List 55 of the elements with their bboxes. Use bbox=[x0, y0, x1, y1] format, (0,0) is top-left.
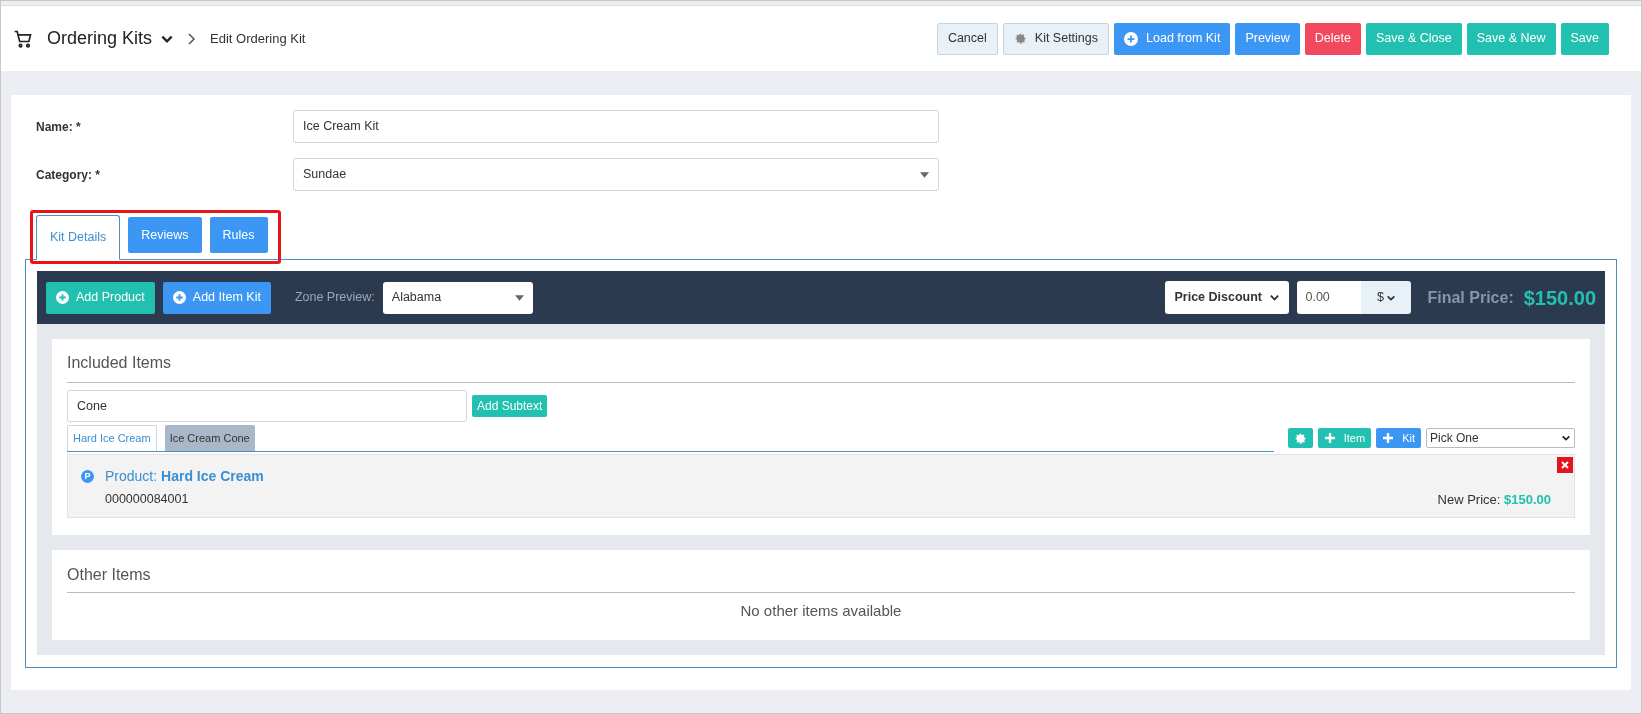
toolbar-button[interactable]: Save & New bbox=[1466, 22, 1556, 55]
chevron-right-icon bbox=[188, 32, 197, 45]
toolbar-button[interactable]: Save bbox=[1560, 22, 1609, 55]
toolbar-button[interactable]: Cancel bbox=[936, 22, 998, 55]
final-price-label: Final Price: bbox=[1427, 287, 1514, 308]
subtext-field[interactable]: Cone bbox=[67, 390, 467, 422]
zone-select[interactable]: Alabama bbox=[382, 281, 533, 314]
caret-icon bbox=[920, 171, 929, 178]
field-label: Category: * bbox=[35, 167, 101, 184]
add-button[interactable]: Add Product bbox=[46, 281, 155, 314]
close-icon bbox=[1561, 461, 1569, 469]
cart-icon bbox=[13, 28, 33, 49]
plus-circle-icon bbox=[56, 291, 69, 304]
discount-select[interactable]: Price Discount bbox=[1165, 281, 1290, 314]
toolbar-button[interactable]: Save & Close bbox=[1366, 22, 1462, 55]
product-code: 000000084001 bbox=[105, 491, 189, 509]
plus-circle-icon bbox=[1124, 31, 1139, 46]
empty-message: No other items available bbox=[739, 601, 903, 621]
add-button[interactable]: Add Item Kit bbox=[162, 281, 271, 314]
field-label: Name: * bbox=[35, 119, 82, 136]
add-item-button[interactable]: Item bbox=[1317, 428, 1372, 448]
add-subtext-button[interactable]: Add Subtext bbox=[472, 395, 548, 417]
plus-icon bbox=[1323, 432, 1336, 444]
gear-icon bbox=[1013, 32, 1027, 45]
product-badge: P bbox=[81, 470, 94, 483]
amount-field[interactable]: 0.00 bbox=[1297, 281, 1362, 314]
pick-select[interactable]: Pick One bbox=[1426, 428, 1575, 448]
unit-dropdown[interactable]: $ bbox=[1361, 281, 1412, 314]
tab[interactable]: Reviews bbox=[128, 217, 202, 253]
new-price: New Price: $150.00 bbox=[1437, 491, 1551, 509]
zone-label: Zone Preview: bbox=[294, 289, 375, 307]
product-title: Product: Hard Ice Cream bbox=[105, 467, 264, 486]
category-select[interactable]: Sundae bbox=[293, 158, 939, 191]
chevron-down-icon bbox=[1561, 433, 1571, 443]
settings-icon bbox=[1293, 431, 1307, 445]
section-title: Included Items bbox=[67, 351, 1575, 383]
section-title: Other Items bbox=[67, 563, 1575, 593]
plus-icon bbox=[1382, 432, 1395, 444]
remove-button[interactable] bbox=[1557, 457, 1573, 473]
tab[interactable]: Kit Details bbox=[36, 215, 121, 260]
plus-circle-icon bbox=[172, 291, 186, 304]
toolbar-button[interactable]: Delete bbox=[1304, 22, 1361, 55]
item-tab[interactable]: Ice Cream Cone bbox=[164, 425, 255, 451]
chevron-down-icon bbox=[1269, 292, 1281, 303]
toolbar-button[interactable]: Kit Settings bbox=[1002, 22, 1110, 55]
final-price-value: $150.00 bbox=[1523, 285, 1596, 311]
name-field[interactable]: Ice Cream Kit bbox=[293, 110, 939, 143]
breadcrumb-text: Edit Ordering Kit bbox=[210, 29, 306, 48]
toolbar-button[interactable]: Preview bbox=[1235, 22, 1300, 55]
toolbar-button[interactable]: Load from Kit bbox=[1114, 22, 1231, 55]
tab[interactable]: Rules bbox=[209, 217, 268, 253]
add-kit-button[interactable]: Kit bbox=[1376, 428, 1421, 448]
item-tab[interactable]: Hard Ice Cream bbox=[67, 425, 157, 451]
page-title: Ordering Kits bbox=[47, 27, 153, 50]
caret-icon bbox=[514, 294, 524, 301]
